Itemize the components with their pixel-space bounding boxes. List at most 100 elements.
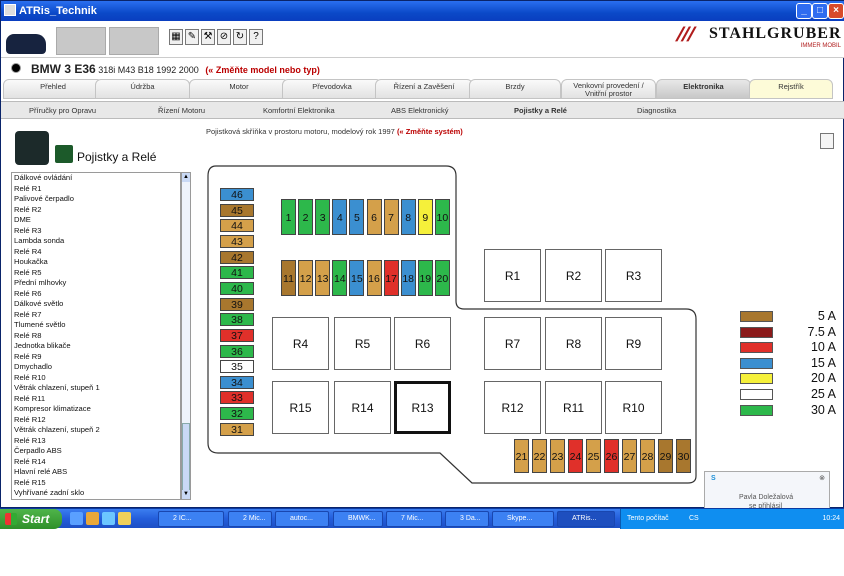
skype-notification[interactable]: S ⊗ Pavla Doležalová se přihlásil — [704, 471, 830, 511]
fuse-17[interactable]: 17 — [383, 260, 399, 296]
browser-icon[interactable] — [70, 512, 83, 525]
fuse-22[interactable]: 22 — [532, 439, 547, 473]
tab-4[interactable]: Řízení a Zavěšení — [375, 79, 473, 99]
taskbar-button-5[interactable]: 3 Da... — [445, 511, 489, 527]
list-item[interactable]: Relé R14 — [12, 457, 180, 468]
list-item[interactable]: Relé R12 — [12, 415, 180, 426]
fuse-24[interactable]: 24 — [568, 439, 583, 473]
subtab-3[interactable]: ABS Elektronický — [391, 106, 449, 115]
fuse-8[interactable]: 8 — [400, 199, 416, 235]
relay-r15[interactable]: R15 — [272, 381, 329, 434]
fuse-12[interactable]: 12 — [298, 260, 314, 296]
list-item[interactable]: Relé R15 — [12, 478, 180, 489]
list-item[interactable]: Přední mlhovky — [12, 278, 180, 289]
relay-r11[interactable]: R11 — [545, 381, 602, 434]
list-item[interactable]: Relé R5 — [12, 268, 180, 279]
list-item[interactable]: Relé R6 — [12, 289, 180, 300]
fuse-26[interactable]: 26 — [604, 439, 619, 473]
taskbar-button-0[interactable]: 2 IC... — [158, 511, 224, 527]
list-item[interactable]: Palivové čerpadlo — [12, 194, 180, 205]
tools-icon[interactable]: ⚒ — [201, 29, 215, 45]
relay-r6[interactable]: R6 — [394, 317, 451, 370]
fuse-35[interactable]: 35 — [220, 360, 254, 374]
relay-r8[interactable]: R8 — [545, 317, 602, 370]
fuse-16[interactable]: 16 — [366, 260, 382, 296]
language-indicator[interactable]: CS — [689, 515, 699, 522]
relay-r2[interactable]: R2 — [545, 249, 602, 302]
maximize-button[interactable]: □ — [812, 3, 828, 19]
fuse-21[interactable]: 21 — [514, 439, 529, 473]
fuse-23[interactable]: 23 — [550, 439, 565, 473]
minimize-button[interactable]: _ — [796, 3, 812, 19]
fuse-36[interactable]: 36 — [220, 344, 254, 358]
close-icon[interactable]: ⊗ — [819, 474, 825, 482]
taskbar-button-6[interactable]: Skype... — [492, 511, 554, 527]
tab-8[interactable]: Rejstřík — [749, 79, 833, 99]
relay-r4[interactable]: R4 — [272, 317, 329, 370]
fuse-19[interactable]: 19 — [417, 260, 433, 296]
list-item[interactable]: Relé R9 — [12, 352, 180, 363]
scroll-thumb[interactable] — [182, 423, 190, 491]
fuse-27[interactable]: 27 — [622, 439, 637, 473]
fuse-11[interactable]: 11 — [281, 260, 296, 296]
fuse-3[interactable]: 3 — [315, 199, 331, 235]
fuse-18[interactable]: 18 — [400, 260, 416, 296]
fuse-39[interactable]: 39 — [220, 297, 254, 311]
refresh-icon[interactable]: ↻ — [233, 29, 247, 45]
taskbar-button-1[interactable]: 2 Mic... — [228, 511, 272, 527]
fuse-41[interactable]: 41 — [220, 266, 254, 280]
relay-r10[interactable]: R10 — [605, 381, 662, 434]
fuse-2[interactable]: 2 — [298, 199, 314, 235]
taskbar-button-2[interactable]: autoc... — [275, 511, 329, 527]
list-item[interactable]: Relé R11 — [12, 394, 180, 405]
help-icon[interactable]: ? — [249, 29, 263, 45]
fuse-34[interactable]: 34 — [220, 375, 254, 389]
subtab-1[interactable]: Řízení Motoru — [158, 106, 205, 115]
relay-r5[interactable]: R5 — [334, 317, 391, 370]
fuse-9[interactable]: 9 — [417, 199, 433, 235]
fuse-46[interactable]: 46 — [220, 188, 254, 201]
fuse-37[interactable]: 37 — [220, 328, 254, 342]
fuse-13[interactable]: 13 — [315, 260, 331, 296]
fuse-5[interactable]: 5 — [349, 199, 365, 235]
scroll-down-arrow[interactable]: ▼ — [182, 490, 190, 499]
list-item[interactable]: Tlumené světlo — [12, 320, 180, 331]
tab-1[interactable]: Údržba — [95, 79, 190, 99]
car-icon[interactable] — [6, 34, 46, 54]
taskbar-button-4[interactable]: 7 Mic... — [386, 511, 442, 527]
list-item[interactable]: Jednotka blikače — [12, 341, 180, 352]
tab-0[interactable]: Přehled — [3, 79, 103, 99]
fuse-1[interactable]: 1 — [281, 199, 296, 235]
list-item[interactable]: Čerpadlo ABS — [12, 446, 180, 457]
list-item[interactable]: Vyhřívané zadní sklo — [12, 488, 180, 499]
fuse-43[interactable]: 43 — [220, 234, 254, 248]
relay-r3[interactable]: R3 — [605, 249, 662, 302]
desktop-icon[interactable] — [102, 512, 115, 525]
fuse-6[interactable]: 6 — [366, 199, 382, 235]
list-item[interactable]: Relé R1 — [12, 184, 180, 195]
list-item[interactable]: Houkačka — [12, 257, 180, 268]
tab-3[interactable]: Převodovka — [282, 79, 382, 99]
fuse-15[interactable]: 15 — [349, 260, 365, 296]
scroll-up-arrow[interactable]: ▲ — [182, 173, 190, 182]
taskbar-button-3[interactable]: BMWK... — [333, 511, 383, 527]
fuse-4[interactable]: 4 — [332, 199, 348, 235]
fuse-20[interactable]: 20 — [434, 260, 450, 296]
tab-6[interactable]: Venkovní provedení / Vnitřní prostor — [561, 79, 656, 99]
fuse-32[interactable]: 32 — [220, 407, 254, 421]
fuse-14[interactable]: 14 — [332, 260, 348, 296]
relay-r1[interactable]: R1 — [484, 249, 541, 302]
list-item[interactable]: Kompresor klimatizace — [12, 404, 180, 415]
list-scrollbar[interactable]: ▲ ▼ — [181, 172, 191, 500]
close-button[interactable]: × — [828, 3, 844, 19]
fuse-38[interactable]: 38 — [220, 313, 254, 327]
stop-icon[interactable]: ⊘ — [217, 29, 231, 45]
subtab-0[interactable]: Příručky pro Opravu — [29, 106, 96, 115]
list-item[interactable]: Větrák chlazení, stupeň 1 — [12, 383, 180, 394]
relay-r7[interactable]: R7 — [484, 317, 541, 370]
subtab-2[interactable]: Komfortní Elektronika — [263, 106, 335, 115]
list-item[interactable]: Větrák chlazení, stupeň 2 — [12, 425, 180, 436]
change-model-link[interactable]: (« Změňte model nebo typ) — [205, 65, 320, 75]
folder-icon[interactable] — [118, 512, 131, 525]
tab-2[interactable]: Motor — [189, 79, 289, 99]
